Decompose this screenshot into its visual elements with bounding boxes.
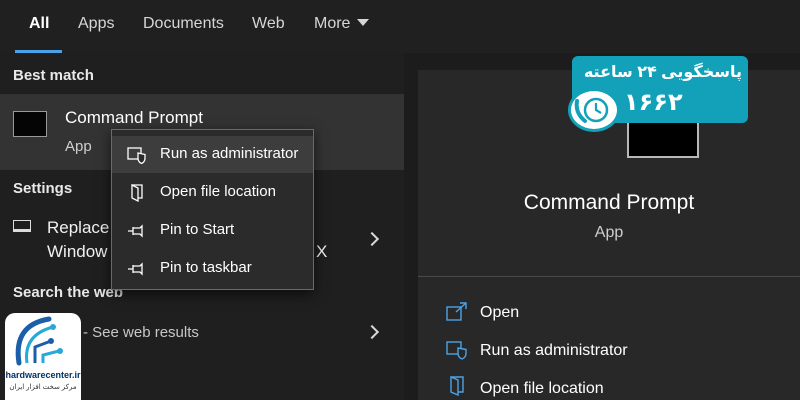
folder-icon — [450, 376, 464, 396]
tab-more[interactable]: More — [314, 0, 350, 53]
settings-result-line2[interactable]: Window — [47, 242, 107, 262]
best-match-subtitle: App — [65, 138, 92, 155]
shield-icon — [127, 147, 146, 164]
detail-subtitle: App — [594, 224, 624, 241]
settings-result-line1[interactable]: Replace — [47, 218, 109, 238]
context-menu-item-pin-to-taskbar[interactable]: Pin to taskbar — [112, 250, 313, 287]
detail-title: Command Prompt — [523, 191, 695, 214]
phone-icon — [568, 88, 620, 132]
context-menu-label: Pin to taskbar — [160, 259, 252, 276]
pin-icon — [128, 224, 143, 238]
support-badge-text: پاسخگویی ۲۴ ساعته — [583, 64, 742, 81]
divider — [418, 276, 800, 277]
monitor-icon — [13, 220, 31, 232]
site-logo: hardwarecenter.ir مرکز سخت افزار ایران — [5, 313, 81, 400]
chevron-down-icon — [357, 19, 369, 26]
open-icon — [446, 302, 467, 321]
tab-apps[interactable]: Apps — [78, 0, 114, 53]
action-run-as-admin[interactable]: Run as administrator — [480, 342, 628, 360]
search-web-header: Search the web — [13, 284, 124, 301]
best-match-title: Command Prompt — [65, 108, 203, 127]
support-badge-number: ۱۶۶۲ — [624, 89, 683, 116]
search-tab-bar — [0, 0, 800, 53]
web-result-suffix[interactable]: - See web results — [83, 324, 199, 341]
folder-icon — [131, 184, 143, 202]
tab-documents[interactable]: Documents — [143, 0, 224, 53]
action-open[interactable]: Open — [480, 304, 519, 322]
context-menu-label: Pin to Start — [160, 221, 235, 238]
logo-tagline: مرکز سخت افزار ایران — [9, 384, 77, 391]
context-menu-item-run-as-admin[interactable]: Run as administrator — [112, 136, 313, 173]
action-open-file-location[interactable]: Open file location — [480, 380, 604, 398]
context-menu: Run as administrator Open file location … — [111, 129, 314, 290]
context-menu-label: Run as administrator — [160, 145, 299, 162]
command-prompt-icon — [13, 111, 47, 137]
settings-header: Settings — [13, 180, 73, 197]
shield-icon — [446, 341, 467, 360]
context-menu-item-open-file-location[interactable]: Open file location — [112, 174, 313, 211]
pin-icon — [128, 262, 143, 276]
circuit-logo-icon — [15, 316, 63, 366]
context-menu-item-pin-to-start[interactable]: Pin to Start — [112, 212, 313, 249]
logo-site-name: hardwarecenter.ir — [5, 370, 81, 380]
settings-result-line2-tail: X — [316, 242, 328, 261]
tab-all[interactable]: All — [29, 0, 49, 53]
context-menu-label: Open file location — [160, 183, 276, 200]
best-match-header: Best match — [13, 67, 94, 84]
tab-web[interactable]: Web — [252, 0, 285, 53]
